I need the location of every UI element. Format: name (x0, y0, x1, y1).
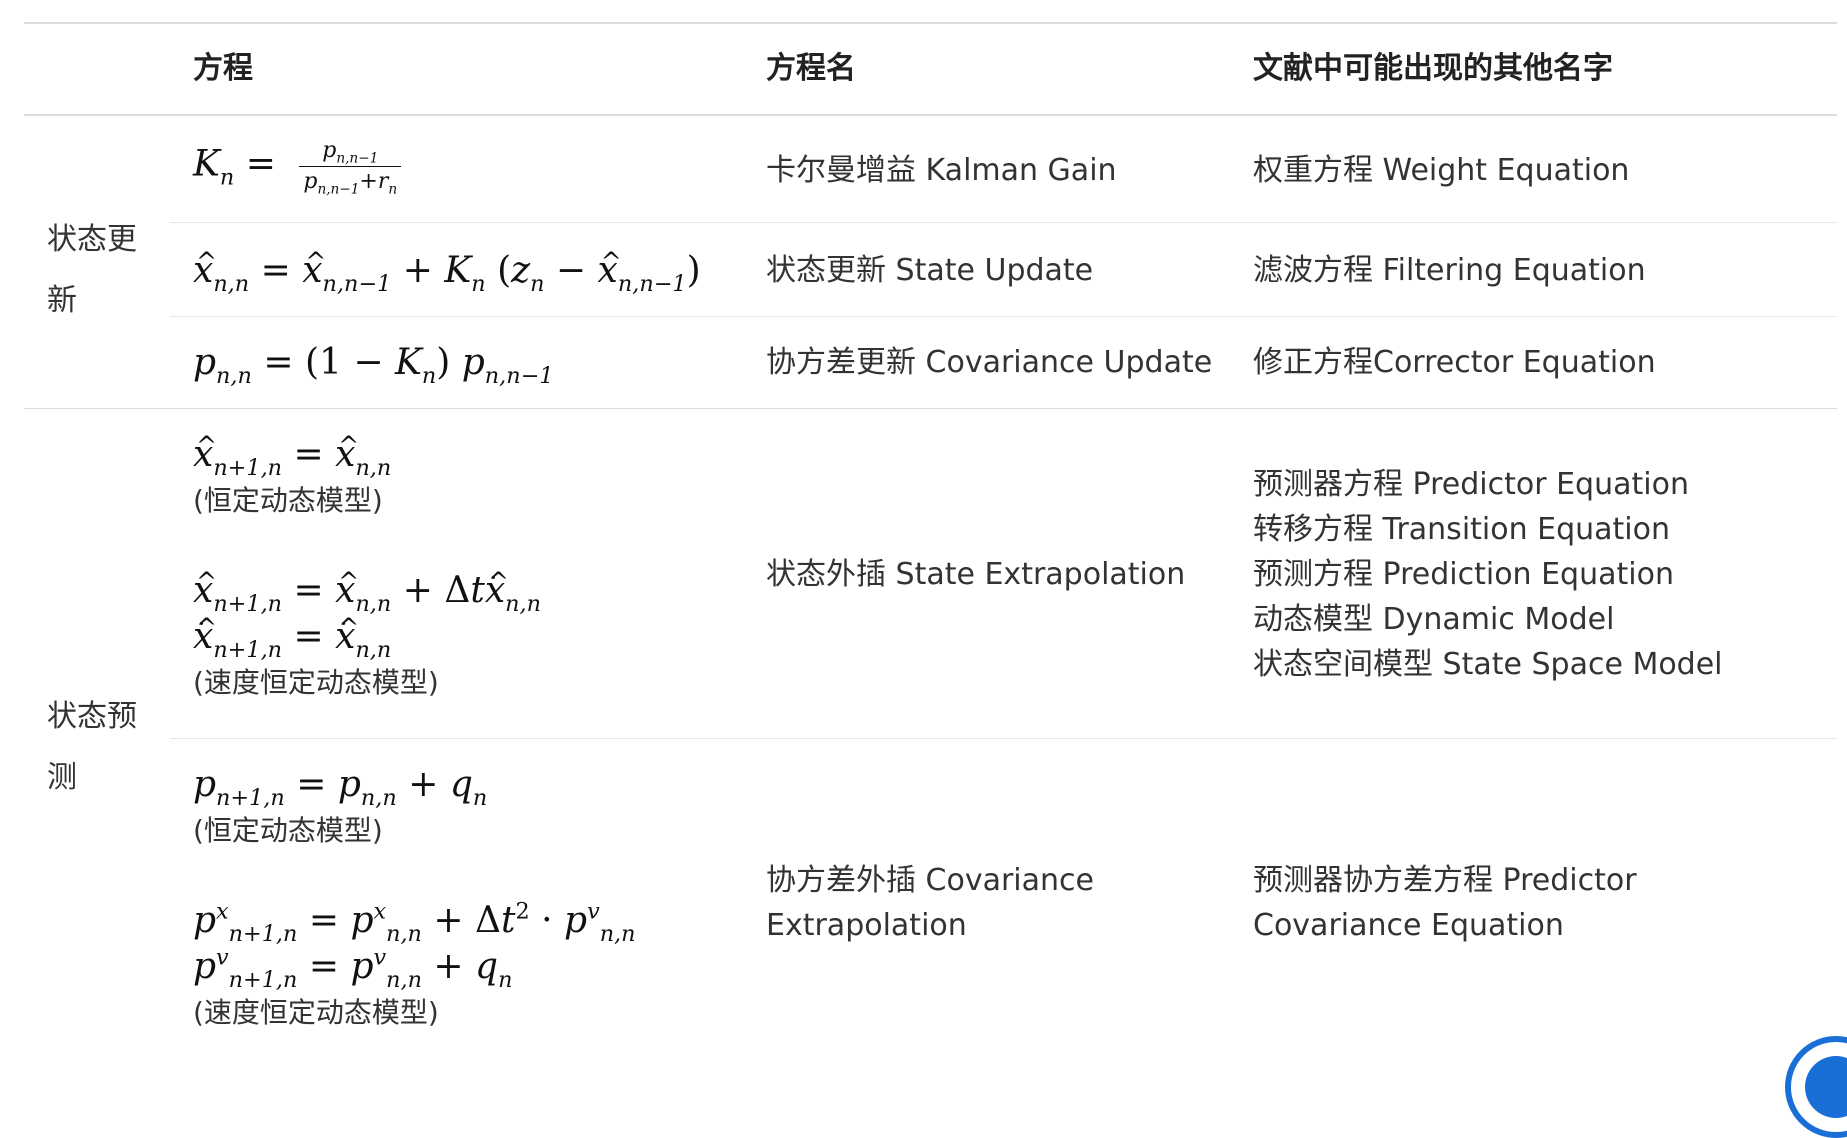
equation-state-update: xn,n = xn,n−1 + Kn (zn − xn,n−1) (193, 239, 701, 295)
equation-note: (速度恒定动态模型) (193, 666, 439, 699)
other-name-item: 转移方程 Transition Equation (1253, 512, 1671, 547)
other-name-item: 预测方程 Prediction Equation (1253, 557, 1674, 592)
equation-note: (恒定动态模型) (193, 484, 383, 517)
scroll-top-icon[interactable] (1785, 1036, 1847, 1138)
header-rule (24, 114, 1837, 116)
row-other-name: 预测器协方差方程 Predictor Covariance Equation (1253, 863, 1637, 943)
group-label-state-update: 状态更新 (47, 222, 137, 318)
other-name-item: 状态空间模型 State Space Model (1253, 647, 1723, 682)
row-name: 卡尔曼增益 Kalman Gain (766, 153, 1117, 188)
header-other-names: 文献中可能出现的其他名字 (1253, 51, 1613, 86)
row-other-name: 滤波方程 Filtering Equation (1253, 253, 1646, 288)
equation-state-extrapolation: xn+1,n = xn,n (恒定动态模型) xn+1,n = xn,n + Δ… (193, 423, 541, 706)
group-label-state-predict: 状态预测 (47, 699, 137, 795)
group-divider (24, 408, 1837, 409)
equation-note: (恒定动态模型) (193, 814, 383, 847)
equation-covariance-extrapolation: pn+1,n = pn,n + qn (恒定动态模型) pxn+1,n = px… (193, 762, 636, 1036)
row-name: 状态更新 State Update (766, 253, 1094, 288)
row-divider (170, 222, 1837, 223)
row-divider (170, 738, 1837, 739)
equation-kalman-gain: Kn = pn,n−1 pn,n−1+rn (193, 136, 402, 197)
row-divider (170, 316, 1837, 317)
header-equation: 方程 (193, 51, 253, 86)
table-top-rule (24, 22, 1837, 24)
header-name: 方程名 (766, 51, 856, 86)
other-name-item: 预测器方程 Predictor Equation (1253, 467, 1689, 502)
equation-note: (速度恒定动态模型) (193, 996, 439, 1029)
row-other-name: 权重方程 Weight Equation (1253, 153, 1630, 188)
equation-covariance-update: pn,n = (1 − Kn) pn,n−1 (193, 342, 554, 389)
row-other-name: 修正方程Corrector Equation (1253, 345, 1656, 380)
row-name: 协方差外插 Covariance Extrapolation (766, 863, 1094, 943)
row-other-names-list: 预测器方程 Predictor Equation 转移方程 Transition… (1253, 462, 1723, 687)
row-name: 协方差更新 Covariance Update (766, 345, 1213, 380)
row-name: 状态外插 State Extrapolation (766, 557, 1186, 592)
other-name-item: 动态模型 Dynamic Model (1253, 602, 1615, 637)
